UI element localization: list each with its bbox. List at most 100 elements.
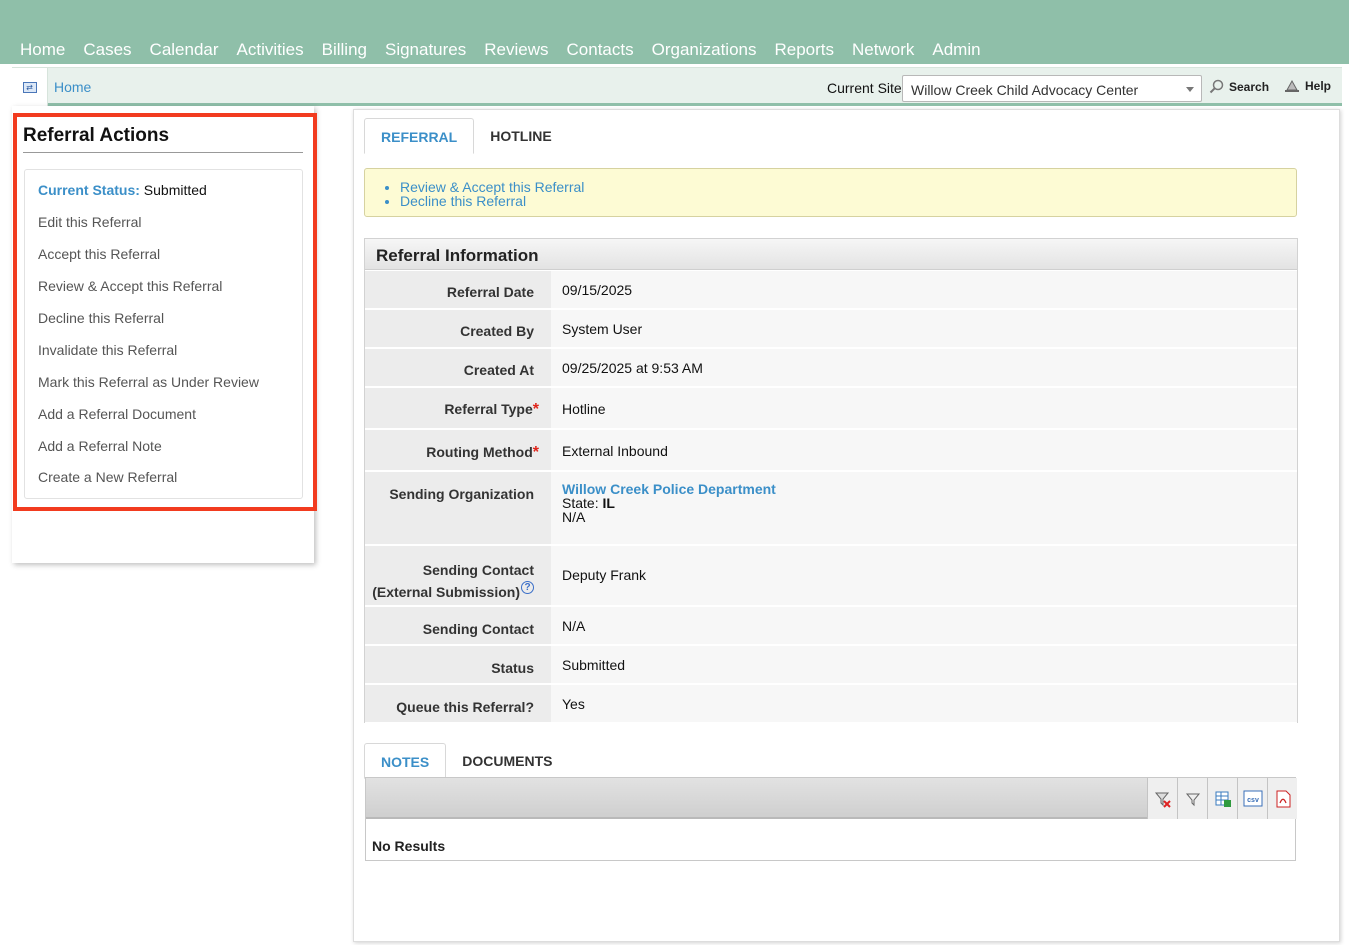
nav-reviews[interactable]: Reviews [484, 40, 548, 60]
dropdown-caret-icon [1186, 87, 1194, 92]
referral-actions-title: Referral Actions [23, 125, 170, 146]
sending-contact-external-label-line2: (External Submission) [372, 584, 520, 600]
nav-home[interactable]: Home [20, 40, 65, 60]
sending-contact-label: Sending Contact [365, 607, 551, 644]
notice-list: Review & Accept this Referral Decline th… [400, 180, 584, 208]
csv-icon: csv [1243, 790, 1262, 806]
nav-signatures[interactable]: Signatures [385, 40, 466, 60]
row-status: Status Submitted [365, 646, 1297, 684]
search-button[interactable]: Search [1209, 79, 1269, 94]
sending-organization-value: Willow Creek Police Department State: IL… [551, 472, 1297, 544]
sending-contact-external-value: Deputy Frank [551, 546, 1297, 605]
nav-network[interactable]: Network [852, 40, 914, 60]
grid-toolbar: csv [366, 778, 1297, 819]
nav-reports[interactable]: Reports [775, 40, 835, 60]
routing-method-label: Routing Method* [365, 430, 551, 470]
breadcrumb-bar: ⇄ Home Current Site Willow Creek Child A… [12, 67, 1342, 106]
row-created-at: Created At 09/25/2025 at 9:53 AM [365, 349, 1297, 387]
current-status-value: Submitted [143, 182, 207, 198]
nav-calendar[interactable]: Calendar [150, 40, 219, 60]
search-label: Search [1229, 79, 1270, 94]
panel-toggle-icon: ⇄ [22, 81, 37, 93]
required-asterisk: * [532, 401, 539, 418]
add-referral-note-action[interactable]: Add a Referral Note [38, 438, 162, 454]
created-by-value: System User [551, 310, 1297, 347]
breadcrumb-home[interactable]: Home [54, 79, 91, 95]
collapse-panel-button[interactable]: ⇄ [12, 68, 48, 106]
row-sending-organization: Sending Organization Willow Creek Police… [365, 472, 1297, 545]
decline-referral-action[interactable]: Decline this Referral [38, 310, 164, 326]
review-accept-referral-action[interactable]: Review & Accept this Referral [38, 278, 222, 294]
row-queue-referral: Queue this Referral? Yes [365, 685, 1297, 723]
edit-referral-action[interactable]: Edit this Referral [38, 214, 141, 230]
referral-information-section: Referral Information Referral Date 09/15… [364, 238, 1298, 723]
add-referral-document-action[interactable]: Add a Referral Document [38, 406, 196, 422]
create-new-referral-action[interactable]: Create a New Referral [38, 469, 177, 485]
tab-documents[interactable]: DOCUMENTS [446, 743, 568, 779]
current-status-label: Current Status: [38, 182, 140, 198]
main-nav: Home Cases Calendar Activities Billing S… [20, 40, 999, 60]
queue-referral-value: Yes [551, 685, 1297, 722]
row-referral-type: Referral Type* Hotline [365, 388, 1297, 429]
tab-hotline[interactable]: HOTLINE [474, 118, 567, 154]
filter-button[interactable] [1177, 778, 1207, 819]
help-label: Help [1305, 79, 1332, 93]
row-created-by: Created By System User [365, 310, 1297, 348]
created-at-value: 09/25/2025 at 9:53 AM [551, 349, 1297, 386]
sending-organization-extra: N/A [562, 509, 586, 525]
routing-method-label-text: Routing Method [426, 444, 533, 460]
referral-type-value: Hotline [551, 388, 1297, 428]
csv-icon-label: csv [1247, 797, 1259, 804]
current-site-value: Willow Creek Child Advocacy Center [911, 82, 1139, 98]
status-label: Status [365, 646, 551, 683]
current-site-select[interactable]: Willow Creek Child Advocacy Center [902, 75, 1202, 102]
nav-activities[interactable]: Activities [237, 40, 304, 60]
nav-contacts[interactable]: Contacts [567, 40, 634, 60]
nav-admin[interactable]: Admin [932, 40, 980, 60]
excel-icon [1215, 791, 1231, 807]
status-value: Submitted [551, 646, 1297, 683]
notes-grid: csv No Results [365, 777, 1297, 861]
notes-tabs: NOTES DOCUMENTS [364, 743, 568, 779]
referral-type-label-text: Referral Type [444, 401, 533, 417]
pdf-icon [1276, 790, 1290, 807]
action-notice-box: Review & Accept this Referral Decline th… [364, 168, 1297, 217]
row-sending-contact-external: Sending Contact (External Submission)? D… [365, 546, 1297, 606]
current-site-label: Current Site [827, 80, 902, 96]
referral-date-label: Referral Date [365, 271, 551, 308]
accept-referral-action[interactable]: Accept this Referral [38, 246, 160, 262]
row-routing-method: Routing Method* External Inbound [365, 430, 1297, 471]
divider [23, 152, 303, 153]
export-csv-button[interactable]: csv [1237, 778, 1267, 819]
clear-filter-button[interactable] [1147, 778, 1177, 819]
sending-organization-link[interactable]: Willow Creek Police Department [562, 482, 1297, 496]
notice-decline-link[interactable]: Decline this Referral [400, 193, 526, 209]
export-excel-button[interactable] [1207, 778, 1237, 819]
filter-icon [1185, 793, 1200, 806]
sending-organization-label: Sending Organization [365, 472, 551, 544]
referral-tabs: REFERRAL HOTLINE [364, 118, 568, 154]
state-value: IL [602, 495, 615, 511]
required-asterisk: * [532, 444, 539, 461]
export-pdf-button[interactable] [1267, 778, 1297, 819]
referral-date-value: 09/15/2025 [551, 271, 1297, 308]
sending-contact-value: N/A [551, 607, 1297, 644]
tab-referral[interactable]: REFERRAL [364, 118, 475, 154]
invalidate-referral-action[interactable]: Invalidate this Referral [38, 342, 177, 358]
help-button[interactable]: Help [1284, 79, 1331, 93]
no-results-message: No Results [372, 838, 446, 854]
routing-method-value: External Inbound [551, 430, 1297, 470]
tab-notes[interactable]: NOTES [364, 743, 447, 779]
search-icon [1209, 79, 1224, 94]
help-question-icon[interactable]: ? [521, 581, 534, 594]
sending-contact-external-label: Sending Contact (External Submission)? [365, 546, 551, 605]
current-status: Current Status: Submitted [38, 182, 207, 198]
clear-filter-icon [1154, 792, 1171, 808]
sending-contact-external-label-line1: Sending Contact [422, 562, 534, 578]
created-at-label: Created At [365, 349, 551, 386]
nav-billing[interactable]: Billing [322, 40, 367, 60]
sending-organization-state: State: IL [562, 496, 1297, 510]
nav-organizations[interactable]: Organizations [652, 40, 757, 60]
nav-cases[interactable]: Cases [83, 40, 131, 60]
mark-under-review-action[interactable]: Mark this Referral as Under Review [38, 374, 259, 390]
